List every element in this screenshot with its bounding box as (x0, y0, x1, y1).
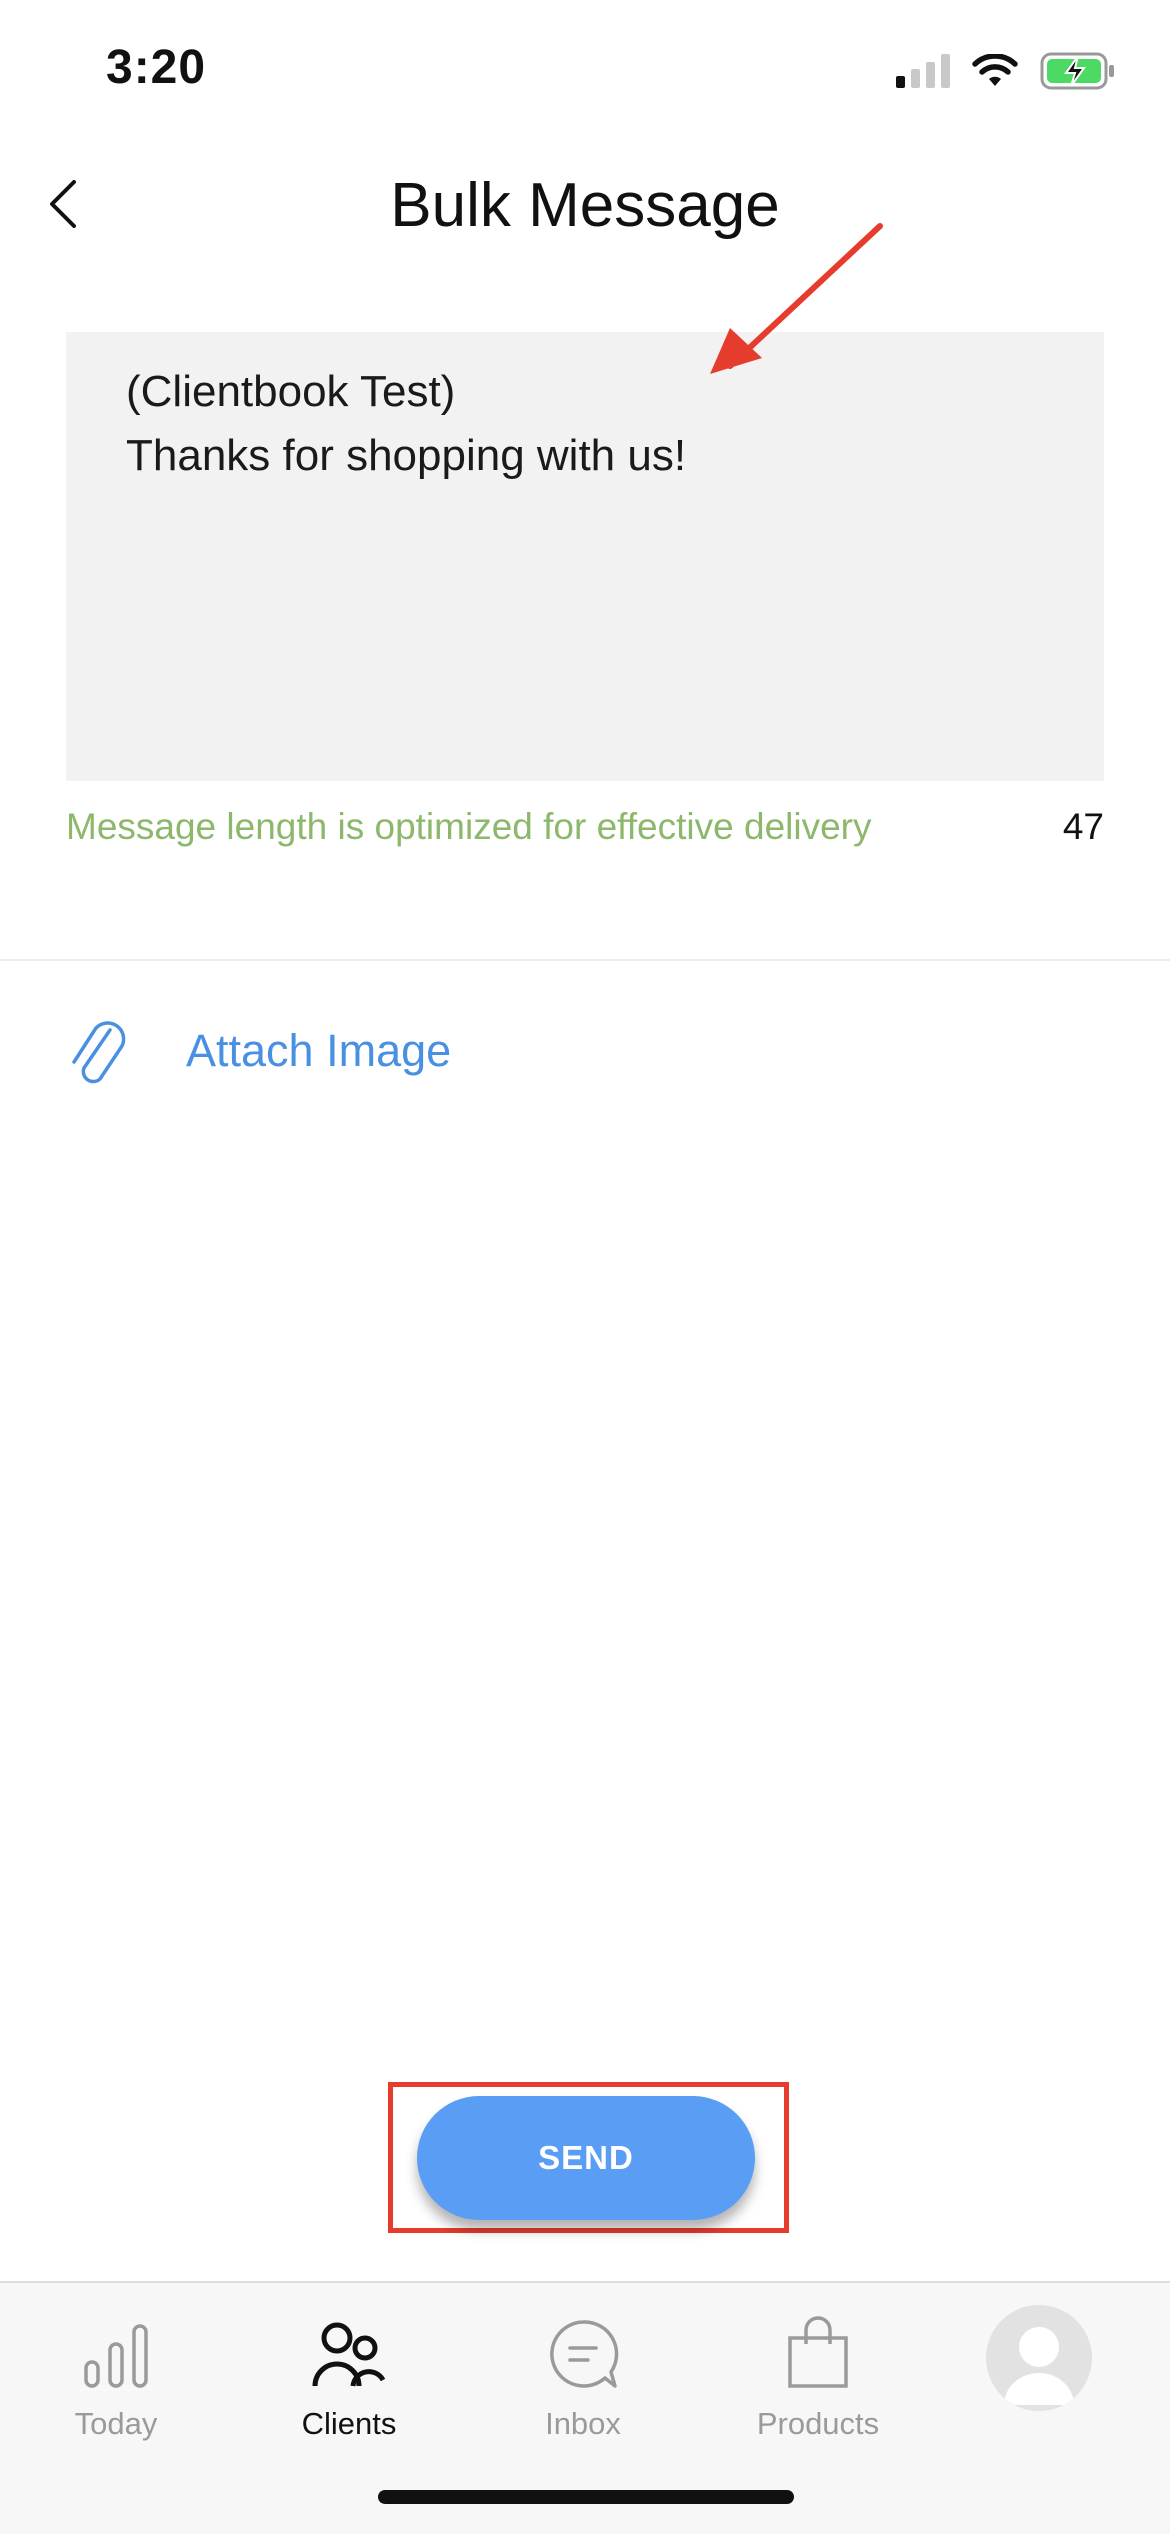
tab-products[interactable]: Products (718, 2300, 918, 2442)
tab-label: Clients (301, 2406, 397, 2441)
tab-inbox[interactable]: Inbox (483, 2300, 683, 2442)
cellular-signal-icon (896, 54, 950, 88)
character-count: 47 (1062, 806, 1104, 847)
wifi-icon (972, 54, 1018, 86)
tab-today[interactable]: Today (16, 2300, 216, 2442)
annotation-arrow-icon (710, 223, 883, 374)
user-icon (1004, 2327, 1074, 2405)
profile-avatar[interactable] (986, 2305, 1092, 2411)
chat-bubble-icon (550, 2320, 619, 2388)
status-time: 3:20 (106, 41, 207, 94)
shopping-bag-icon (788, 2316, 848, 2388)
message-length-hint: Message length is optimized for effectiv… (66, 806, 872, 847)
tab-label: Today (74, 2406, 158, 2441)
send-button[interactable]: SEND (417, 2096, 755, 2220)
status-icons (896, 52, 1116, 90)
section-divider (0, 959, 1170, 961)
battery-charging-icon (1040, 52, 1114, 90)
paperclip-icon[interactable] (66, 1012, 130, 1094)
people-icon (312, 2322, 386, 2387)
attach-image-link[interactable]: Attach Image (186, 1025, 451, 1077)
bar-chart-icon (84, 2324, 148, 2388)
home-indicator (378, 2490, 794, 2504)
message-text[interactable]: (Clientbook Test) Thanks for shopping wi… (126, 360, 1066, 488)
tab-clients[interactable]: Clients (249, 2300, 449, 2442)
tab-label: Products (756, 2406, 880, 2441)
tab-label: Inbox (545, 2406, 621, 2441)
page-title: Bulk Message (390, 171, 780, 240)
